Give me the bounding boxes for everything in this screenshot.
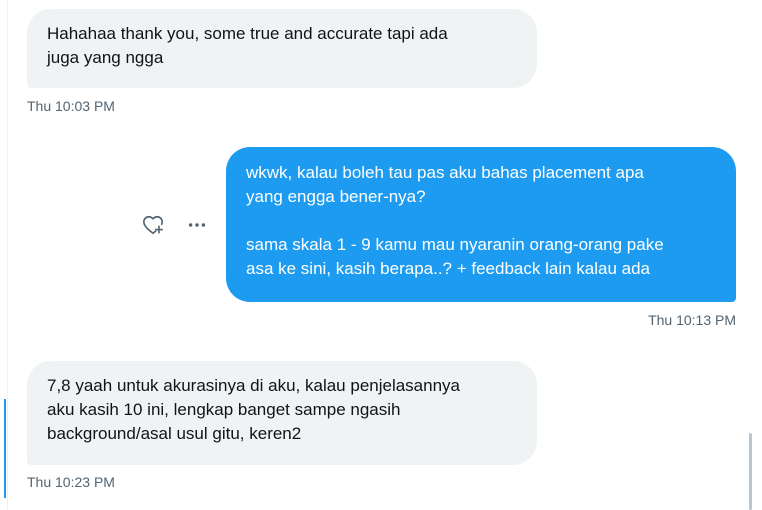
message-bubble-received[interactable]: 7,8 yaah untuk akurasinya di aku, kalau …	[27, 361, 537, 465]
focus-indicator	[4, 399, 6, 498]
message-actions	[138, 209, 218, 241]
pane-divider	[7, 0, 8, 510]
dm-conversation-pane: Hahahaa thank you, some true and accurat…	[0, 0, 762, 510]
heart-plus-icon	[143, 215, 163, 235]
more-horizontal-icon	[188, 223, 206, 227]
message-timestamp: Thu 10:23 PM	[27, 474, 115, 490]
message-timestamp: Thu 10:13 PM	[648, 312, 736, 328]
message-timestamp: Thu 10:03 PM	[27, 98, 115, 114]
message-bubble-sent[interactable]: wkwk, kalau boleh tau pas aku bahas plac…	[226, 147, 736, 302]
message-bubble-received[interactable]: Hahahaa thank you, some true and accurat…	[27, 9, 537, 88]
scrollbar-thumb[interactable]	[749, 433, 752, 510]
more-options-button[interactable]	[182, 210, 212, 240]
react-button[interactable]	[138, 210, 168, 240]
